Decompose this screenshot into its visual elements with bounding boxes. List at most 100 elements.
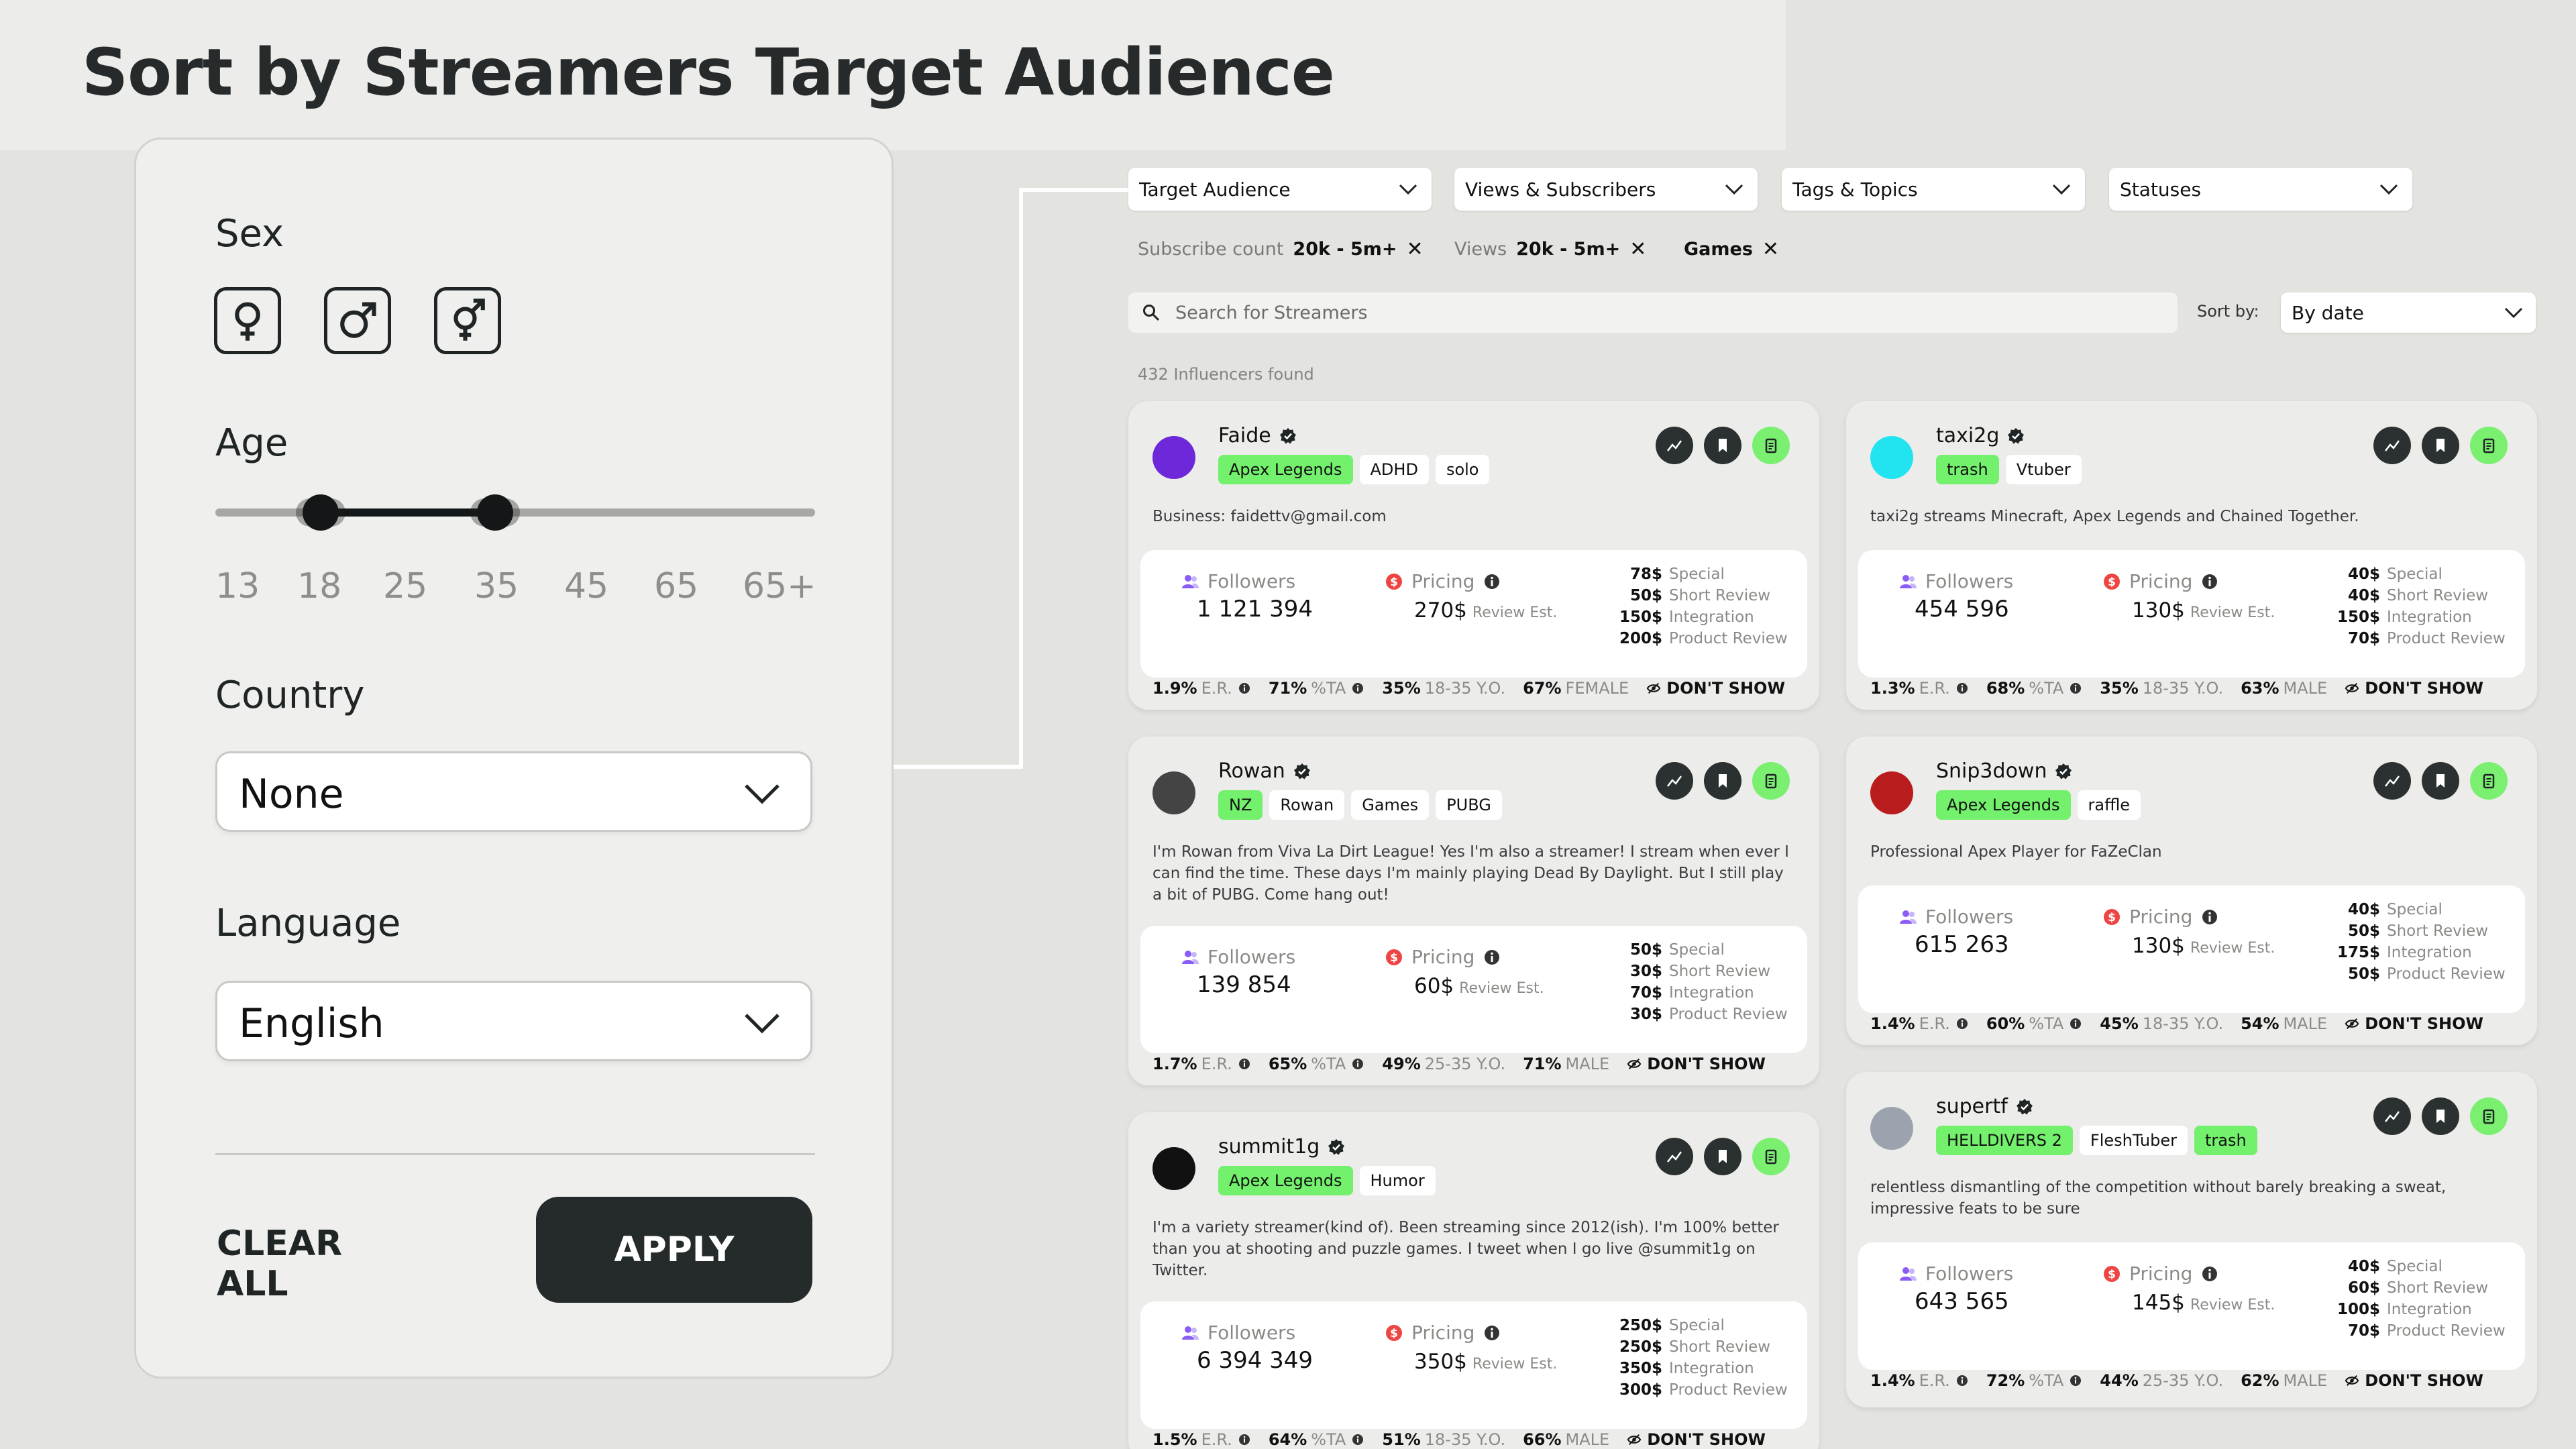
topic-tag[interactable]: Humor xyxy=(1359,1166,1436,1195)
topic-tag[interactable]: HELLDIVERS 2 xyxy=(1936,1126,2073,1155)
language-select[interactable]: English xyxy=(215,981,812,1061)
bookmark-button[interactable] xyxy=(1704,1138,1741,1175)
avatar[interactable] xyxy=(1152,436,1195,479)
statuses-dropdown[interactable]: Statuses xyxy=(2109,168,2412,211)
influencer-card[interactable]: taxi2g trash Vtuber taxi2g streams Minecr… xyxy=(1846,401,2537,710)
info-icon[interactable] xyxy=(1955,1374,1969,1387)
info-icon[interactable] xyxy=(1351,1057,1364,1071)
dont-show-button[interactable]: DON'T SHOW xyxy=(2345,679,2483,698)
male-toggle[interactable] xyxy=(324,287,391,354)
add-to-list-button[interactable] xyxy=(1752,1138,1790,1175)
info-icon[interactable] xyxy=(1351,1433,1364,1446)
avatar[interactable] xyxy=(1152,771,1195,814)
influencer-card[interactable]: summit1g Apex Legends Humor I'm a variety… xyxy=(1128,1112,1819,1449)
tags-topics-dropdown[interactable]: Tags & Topics xyxy=(1782,168,2085,211)
compare-button[interactable] xyxy=(2373,427,2411,464)
info-icon[interactable] xyxy=(1483,572,1501,591)
apply-button[interactable]: APPLY xyxy=(536,1197,812,1303)
country-select[interactable]: None xyxy=(215,751,812,832)
bookmark-button[interactable] xyxy=(2422,1097,2459,1135)
info-icon[interactable] xyxy=(1955,1017,1969,1030)
avatar[interactable] xyxy=(1870,1107,1913,1150)
topic-tag[interactable]: raffle xyxy=(2077,790,2141,820)
add-to-list-button[interactable] xyxy=(2470,1097,2508,1135)
topic-tag[interactable]: solo xyxy=(1435,455,1490,484)
dont-show-button[interactable]: DON'T SHOW xyxy=(2345,1014,2483,1033)
remove-chip-icon[interactable]: ✕ xyxy=(1762,237,1779,261)
streamer-name[interactable]: taxi2g xyxy=(1936,424,2025,447)
price-type: Product Review xyxy=(2387,1322,2506,1340)
info-icon[interactable] xyxy=(1483,948,1501,967)
ta-label: %TA xyxy=(1311,1430,1346,1449)
price-type: Integration xyxy=(1669,984,1754,1002)
bookmark-button[interactable] xyxy=(1704,427,1741,464)
topic-tag[interactable]: Apex Legends xyxy=(1936,790,2071,820)
info-icon[interactable] xyxy=(1238,1057,1251,1071)
topic-tag[interactable]: PUBG xyxy=(1436,790,1502,820)
sort-select[interactable]: By date xyxy=(2281,292,2536,333)
topic-tag[interactable]: Vtuber xyxy=(2005,455,2082,484)
info-icon[interactable] xyxy=(2200,908,2219,926)
topic-tag[interactable]: FleshTuber xyxy=(2079,1126,2188,1155)
target-audience-dropdown[interactable]: Target Audience xyxy=(1128,168,1432,211)
remove-chip-icon[interactable]: ✕ xyxy=(1407,237,1424,261)
age-min-handle[interactable] xyxy=(303,494,339,531)
influencer-card[interactable]: Faide Apex Legends ADHD solo Business: fai… xyxy=(1128,401,1819,710)
avatar[interactable] xyxy=(1870,771,1913,814)
bookmark-button[interactable] xyxy=(2422,762,2459,800)
dont-show-button[interactable]: DON'T SHOW xyxy=(1646,679,1785,698)
topic-tag[interactable]: NZ xyxy=(1218,790,1263,820)
dont-show-button[interactable]: DON'T SHOW xyxy=(1627,1430,1766,1449)
bookmark-button[interactable] xyxy=(2422,427,2459,464)
topic-tag[interactable]: Apex Legends xyxy=(1218,1166,1353,1195)
bookmark-button[interactable] xyxy=(1704,762,1741,800)
add-to-list-button[interactable] xyxy=(2470,427,2508,464)
topic-tag[interactable]: ADHD xyxy=(1359,455,1429,484)
add-to-list-button[interactable] xyxy=(1752,762,1790,800)
streamer-name[interactable]: summit1g xyxy=(1218,1135,1345,1159)
info-icon[interactable] xyxy=(1351,682,1364,695)
female-toggle[interactable] xyxy=(214,287,281,354)
info-icon[interactable] xyxy=(2069,1374,2082,1387)
streamer-name[interactable]: Rowan xyxy=(1218,759,1311,783)
influencer-card[interactable]: supertf HELLDIVERS 2 FleshTuber trash rele… xyxy=(1846,1072,2537,1407)
info-icon[interactable] xyxy=(1238,682,1251,695)
topic-tag[interactable]: trash xyxy=(1936,455,1999,484)
info-icon[interactable] xyxy=(1483,1324,1501,1342)
influencer-card[interactable]: Snip3down Apex Legends raffle Professiona… xyxy=(1846,737,2537,1045)
clear-all-button[interactable]: CLEAR ALL xyxy=(217,1224,418,1304)
influencer-card[interactable]: Rowan NZ Rowan Games PUBG I'm Rowan from Vi… xyxy=(1128,737,1819,1085)
info-icon[interactable] xyxy=(2200,1265,2219,1283)
info-icon[interactable] xyxy=(2200,572,2219,591)
info-icon[interactable] xyxy=(1955,682,1969,695)
info-icon[interactable] xyxy=(1238,1433,1251,1446)
compare-button[interactable] xyxy=(2373,1097,2411,1135)
streamer-name[interactable]: Faide xyxy=(1218,424,1297,447)
avatar[interactable] xyxy=(1152,1147,1195,1190)
info-icon[interactable] xyxy=(2069,1017,2082,1030)
topic-tag[interactable]: trash xyxy=(2194,1126,2257,1155)
review-est-label: Review Est. xyxy=(2190,1297,2275,1313)
review-est-label: Review Est. xyxy=(2190,604,2275,621)
add-to-list-button[interactable] xyxy=(1752,427,1790,464)
age-max-handle[interactable] xyxy=(477,494,513,531)
dont-show-button[interactable]: DON'T SHOW xyxy=(1627,1055,1766,1073)
topic-tag[interactable]: Apex Legends xyxy=(1218,455,1353,484)
topic-tag[interactable]: Rowan xyxy=(1269,790,1345,820)
compare-button[interactable] xyxy=(1656,427,1693,464)
remove-chip-icon[interactable]: ✕ xyxy=(1629,237,1646,261)
streamer-name[interactable]: supertf xyxy=(1936,1095,2033,1118)
any-sex-toggle[interactable] xyxy=(434,287,501,354)
info-icon[interactable] xyxy=(2069,682,2082,695)
avatar[interactable] xyxy=(1870,436,1913,479)
compare-button[interactable] xyxy=(1656,762,1693,800)
compare-button[interactable] xyxy=(1656,1138,1693,1175)
price-type: Short Review xyxy=(1669,587,1771,604)
topic-tag[interactable]: Games xyxy=(1351,790,1430,820)
compare-button[interactable] xyxy=(2373,762,2411,800)
add-to-list-button[interactable] xyxy=(2470,762,2508,800)
streamer-name[interactable]: Snip3down xyxy=(1936,759,2072,783)
dont-show-button[interactable]: DON'T SHOW xyxy=(2345,1371,2483,1390)
views-subscribers-dropdown[interactable]: Views & Subscribers xyxy=(1454,168,1758,211)
search-input[interactable] xyxy=(1175,298,2114,327)
